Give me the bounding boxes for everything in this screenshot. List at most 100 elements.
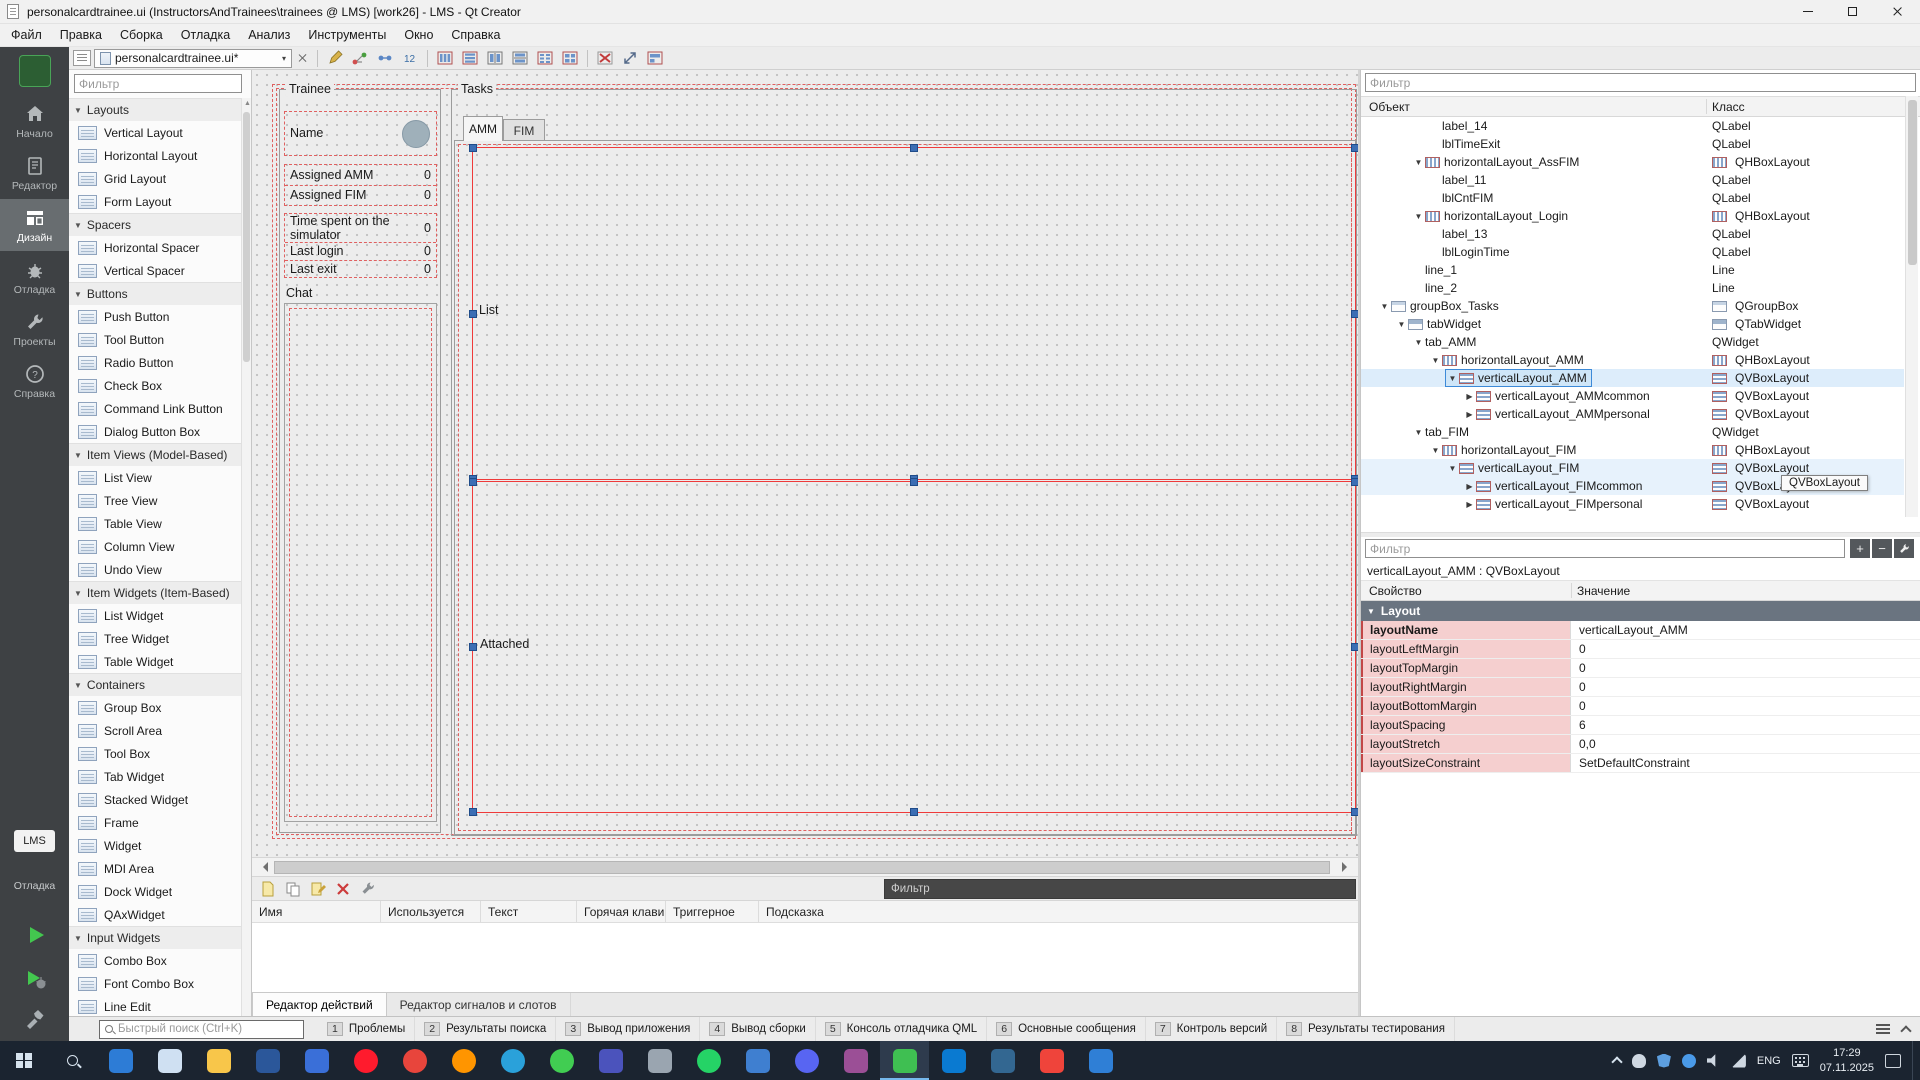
expander-closed-icon[interactable]: ▶ <box>1463 410 1476 419</box>
edit-action-button[interactable] <box>309 880 327 898</box>
taskbar-app-discord[interactable] <box>782 1041 831 1080</box>
delete-action-button[interactable] <box>334 880 352 898</box>
form-field-last-exit[interactable]: Last exit0 <box>285 261 436 278</box>
property-row-layoutSpacing[interactable]: layoutSpacing6 <box>1361 716 1920 735</box>
lay-out-form-button[interactable] <box>534 48 556 68</box>
object-row-horizontallayout_amm[interactable]: ▼horizontalLayout_AMMQHBoxLayout <box>1361 351 1904 369</box>
widget-stacked-widget[interactable]: Stacked Widget <box>69 788 241 811</box>
object-row-groupbox_tasks[interactable]: ▼groupBox_TasksQGroupBox <box>1361 297 1904 315</box>
menu-icon[interactable] <box>1876 1024 1890 1034</box>
widget-table-widget[interactable]: Table Widget <box>69 650 241 673</box>
scrollbar-thumb[interactable] <box>274 861 1330 874</box>
show-desktop-button[interactable] <box>1912 1041 1918 1080</box>
menu-tools[interactable]: Инструменты <box>299 26 395 44</box>
canvas-horizontal-scrollbar[interactable] <box>252 857 1358 877</box>
property-row-layoutRightMargin[interactable]: layoutRightMargin0 <box>1361 678 1920 697</box>
property-value[interactable]: 0 <box>1571 678 1920 696</box>
widget-tree-view[interactable]: Tree View <box>69 489 241 512</box>
object-row-verticallayout_amm[interactable]: ▼verticalLayout_AMMQVBoxLayout <box>1361 369 1904 387</box>
menu-window[interactable]: Окно <box>395 26 442 44</box>
output-pane-3[interactable]: 3Вывод приложения <box>556 1017 700 1041</box>
object-row-horizontallayout_fim[interactable]: ▼horizontalLayout_FIMQHBoxLayout <box>1361 441 1904 459</box>
expander-open-icon[interactable]: ▼ <box>1412 212 1425 221</box>
taskbar-app-qt-assistant[interactable] <box>537 1041 586 1080</box>
taskbar-app-telegram[interactable] <box>488 1041 537 1080</box>
tray-overflow-icon[interactable] <box>1611 1056 1622 1067</box>
widget-line-edit[interactable]: Line Edit <box>69 995 241 1016</box>
mode-help[interactable]: ?Справка <box>0 355 69 407</box>
action-column-2[interactable]: Текст <box>481 901 577 922</box>
object-row-horizontallayout_assfim[interactable]: ▼horizontalLayout_AssFIMQHBoxLayout <box>1361 153 1904 171</box>
widget-table-view[interactable]: Table View <box>69 512 241 535</box>
action-column-4[interactable]: Триггерное <box>666 901 759 922</box>
object-row-lbltimeexit[interactable]: lblTimeExitQLabel <box>1361 135 1904 153</box>
lay-out-splitter-vertical-button[interactable] <box>509 48 531 68</box>
menu-analyze[interactable]: Анализ <box>239 26 299 44</box>
output-pane-1[interactable]: 1Проблемы <box>318 1017 415 1041</box>
tab-action-editor[interactable]: Редактор действий <box>252 993 387 1016</box>
selection-handle-tl[interactable] <box>469 478 477 486</box>
property-row-layoutBottomMargin[interactable]: layoutBottomMargin0 <box>1361 697 1920 716</box>
scroll-up-icon[interactable]: ▲ <box>244 101 250 107</box>
expand-panel-icon[interactable] <box>1900 1025 1911 1036</box>
configure-property-editor-button[interactable] <box>1894 539 1914 558</box>
widget-command-link-button[interactable]: Command Link Button <box>69 397 241 420</box>
property-value[interactable]: 0 <box>1571 640 1920 658</box>
menu-debug[interactable]: Отладка <box>172 26 239 44</box>
output-pane-7[interactable]: 7Контроль версий <box>1146 1017 1277 1041</box>
property-value[interactable]: 0,0 <box>1571 735 1920 753</box>
taskbar-app-word[interactable] <box>243 1041 292 1080</box>
widget-box-scrollbar[interactable]: ▲ <box>241 98 251 1016</box>
selection-handle-tl[interactable] <box>469 144 477 152</box>
lay-out-grid-button[interactable] <box>559 48 581 68</box>
taskbar-app-chrome[interactable] <box>390 1041 439 1080</box>
property-value[interactable]: SetDefaultConstraint <box>1571 754 1920 772</box>
selection-handle-mr[interactable] <box>1351 643 1358 651</box>
widget-vertical-layout[interactable]: Vertical Layout <box>69 121 241 144</box>
build-button[interactable] <box>0 999 69 1039</box>
taskbar-search-button[interactable] <box>48 1041 96 1080</box>
mode-projects[interactable]: Проекты <box>0 303 69 355</box>
selection-handle-mr[interactable] <box>1351 310 1358 318</box>
object-tree-scrollbar[interactable] <box>1905 96 1918 517</box>
property-value[interactable]: verticalLayout_AMM <box>1571 621 1920 639</box>
scrollbar-thumb[interactable] <box>1908 100 1917 265</box>
widget-widget[interactable]: Widget <box>69 834 241 857</box>
onedrive-icon[interactable] <box>1632 1054 1646 1068</box>
widget-dialog-button-box[interactable]: Dialog Button Box <box>69 420 241 443</box>
notification-center-icon[interactable] <box>1885 1054 1901 1068</box>
security-shield-icon[interactable] <box>1657 1054 1671 1068</box>
widget-grid-layout[interactable]: Grid Layout <box>69 167 241 190</box>
menu-help[interactable]: Справка <box>442 26 509 44</box>
property-filter-input[interactable] <box>1365 539 1845 558</box>
widget-font-combo-box[interactable]: Font Combo Box <box>69 972 241 995</box>
language-indicator[interactable]: ENG <box>1757 1055 1781 1067</box>
widget-check-box[interactable]: Check Box <box>69 374 241 397</box>
form-field-assigned-amm[interactable]: Assigned AMM0 <box>285 165 436 186</box>
widget-list-view[interactable]: List View <box>69 466 241 489</box>
remove-dynamic-property-button[interactable]: − <box>1872 539 1892 558</box>
property-value[interactable]: 0 <box>1571 697 1920 715</box>
taskbar-app-camera-tool[interactable] <box>635 1041 684 1080</box>
object-row-tab_fim[interactable]: ▼tab_FIMQWidget <box>1361 423 1904 441</box>
adjust-size-button[interactable] <box>619 48 641 68</box>
widgetbox-section-spacers[interactable]: ▼Spacers <box>69 213 241 236</box>
output-pane-2[interactable]: 2Результаты поиска <box>415 1017 556 1041</box>
object-row-label_14[interactable]: label_14QLabel <box>1361 117 1904 135</box>
configure-action-editor-button[interactable] <box>359 880 377 898</box>
expander-closed-icon[interactable]: ▶ <box>1463 500 1476 509</box>
edit-tab-order-button[interactable]: 12 <box>399 48 421 68</box>
widget-dock-widget[interactable]: Dock Widget <box>69 880 241 903</box>
action-column-5[interactable]: Подсказка <box>759 901 1358 922</box>
document-switcher-icon[interactable] <box>73 50 91 66</box>
new-action-button[interactable] <box>259 880 277 898</box>
selection-handle-bl[interactable] <box>469 808 477 816</box>
widget-vertical-spacer[interactable]: Vertical Spacer <box>69 259 241 282</box>
mode-welcome[interactable]: Начало <box>0 95 69 147</box>
form-editor-canvas[interactable]: Trainee Name Assigned AMM0Assigned FIM0 … <box>252 70 1358 857</box>
open-document-selector[interactable]: personalcardtrainee.ui* ▾ <box>94 49 292 68</box>
keyboard-layout-icon[interactable] <box>1792 1054 1809 1067</box>
quick-search-box[interactable] <box>99 1020 304 1039</box>
widget-tool-box[interactable]: Tool Box <box>69 742 241 765</box>
property-value[interactable]: 6 <box>1571 716 1920 734</box>
